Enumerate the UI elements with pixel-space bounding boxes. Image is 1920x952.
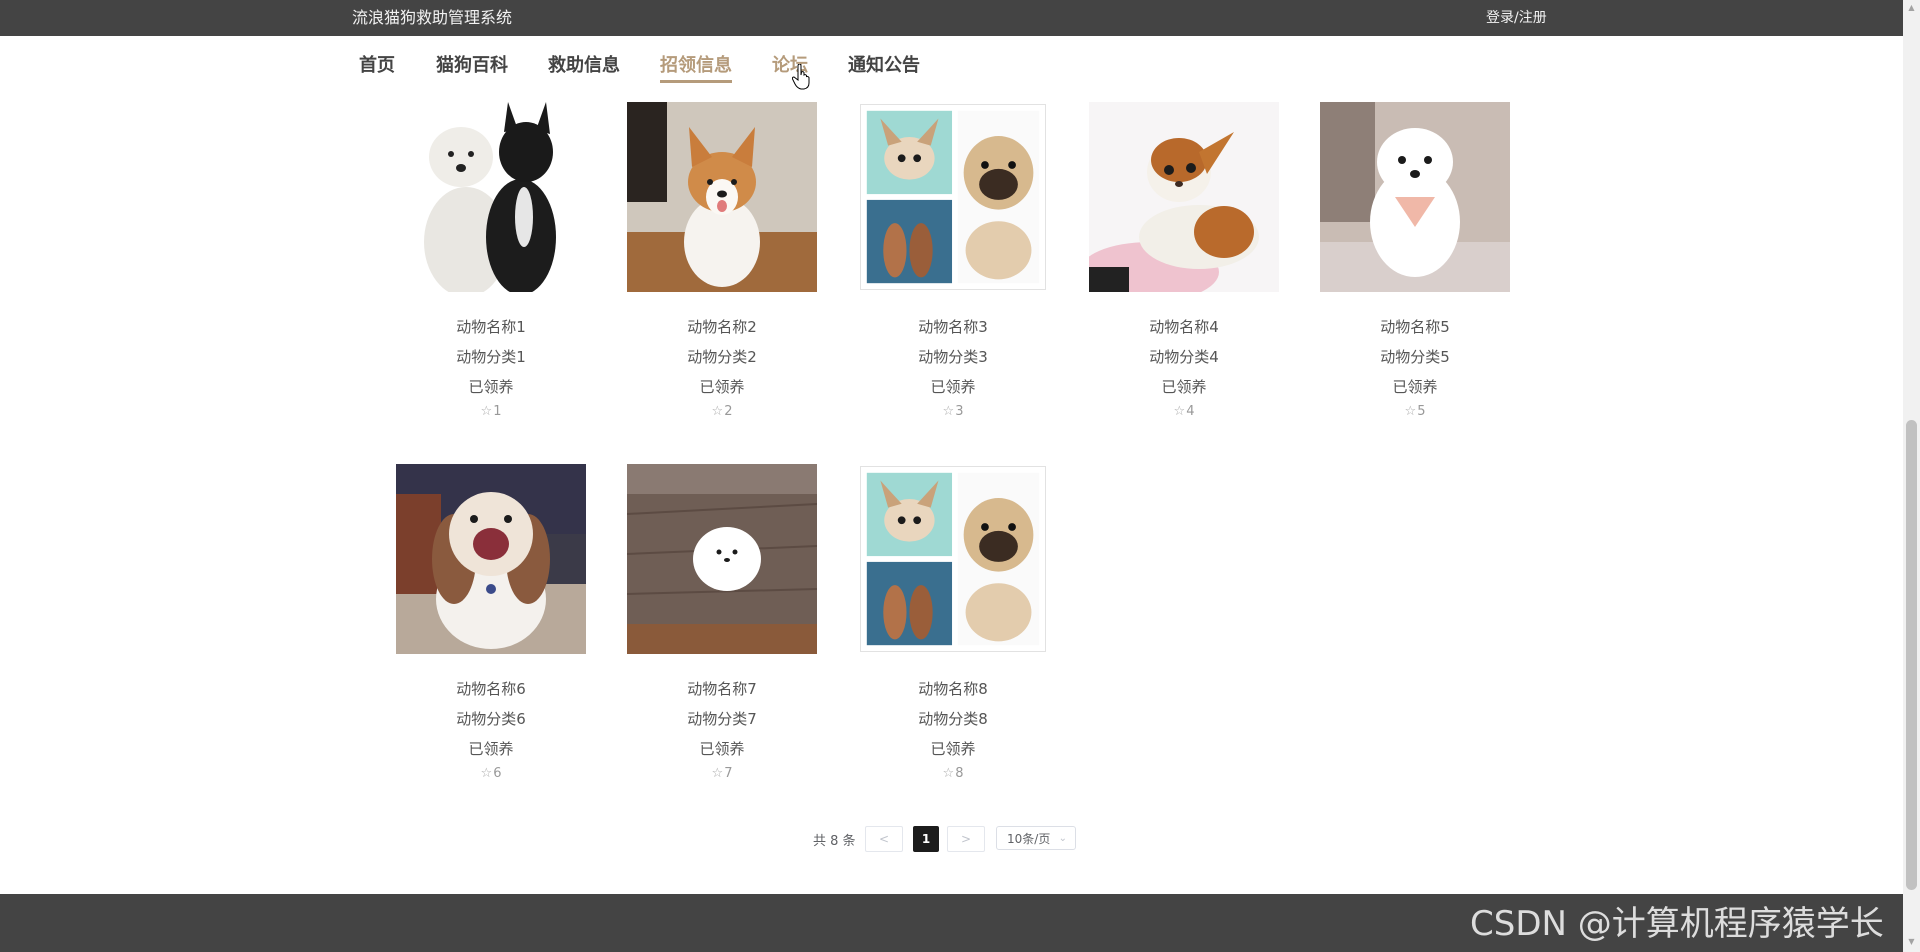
animal-name: 动物名称6 xyxy=(456,680,526,698)
animal-category: 动物分类5 xyxy=(1380,348,1450,366)
next-page-button[interactable]: > xyxy=(947,826,985,852)
adoption-status: 已领养 xyxy=(930,740,976,758)
adoption-status: 已领养 xyxy=(930,378,976,396)
animal-name: 动物名称1 xyxy=(456,318,526,336)
animal-card[interactable]: 动物名称4 动物分类4 已领养 ☆4 xyxy=(1079,102,1289,422)
animal-photo[interactable] xyxy=(1089,102,1279,292)
watermark: CSDN @计算机程序猿学长 xyxy=(1470,904,1884,944)
nav-item-encyclopedia[interactable]: 猫狗百科 xyxy=(436,52,508,80)
animal-category: 动物分类2 xyxy=(687,348,757,366)
like-count[interactable]: ☆6 xyxy=(386,766,596,781)
star-outline-icon: ☆ xyxy=(942,404,955,419)
animal-category: 动物分类6 xyxy=(456,710,526,728)
scroll-down-arrow-icon[interactable]: ▼ xyxy=(1906,936,1917,948)
adoption-status: 已领养 xyxy=(1392,378,1438,396)
animal-name: 动物名称3 xyxy=(918,318,988,336)
animal-card[interactable]: 动物名称8 动物分类8 已领养 ☆8 xyxy=(848,464,1058,784)
animal-card[interactable]: 动物名称6 动物分类6 已领养 ☆6 xyxy=(386,464,596,784)
animal-name: 动物名称4 xyxy=(1149,318,1219,336)
animal-photo[interactable] xyxy=(627,464,817,654)
animal-card[interactable]: 动物名称7 动物分类7 已领养 ☆7 xyxy=(617,464,827,784)
animal-category: 动物分类4 xyxy=(1149,348,1219,366)
animal-photo[interactable] xyxy=(396,464,586,654)
page-size-select[interactable]: 10条/页 ⌄ xyxy=(996,826,1076,850)
prev-page-button[interactable]: < xyxy=(865,826,903,852)
like-count[interactable]: ☆2 xyxy=(617,404,827,419)
nav-item-rescue-info[interactable]: 救助信息 xyxy=(548,52,620,80)
adoption-status: 已领养 xyxy=(468,740,514,758)
animal-name: 动物名称2 xyxy=(687,318,757,336)
nav-item-announcements[interactable]: 通知公告 xyxy=(848,52,920,80)
animal-photo[interactable] xyxy=(860,104,1046,290)
star-outline-icon: ☆ xyxy=(711,766,724,781)
like-count[interactable]: ☆1 xyxy=(386,404,596,419)
like-count[interactable]: ☆5 xyxy=(1310,404,1520,419)
animal-card[interactable]: 动物名称2 动物分类2 已领养 ☆2 xyxy=(617,102,827,422)
adoption-status: 已领养 xyxy=(699,740,745,758)
animal-category: 动物分类8 xyxy=(918,710,988,728)
animal-photo[interactable] xyxy=(396,102,586,292)
nav-item-home[interactable]: 首页 xyxy=(359,52,395,80)
animal-photo[interactable] xyxy=(860,466,1046,652)
star-outline-icon: ☆ xyxy=(711,404,724,419)
animal-name: 动物名称7 xyxy=(687,680,757,698)
animal-photo[interactable] xyxy=(627,102,817,292)
scrollbar-thumb[interactable] xyxy=(1906,420,1917,890)
scroll-up-arrow-icon[interactable]: ▲ xyxy=(1906,2,1917,14)
like-count[interactable]: ☆3 xyxy=(848,404,1058,419)
chevron-down-icon: ⌄ xyxy=(1058,833,1067,844)
adoption-status: 已领养 xyxy=(699,378,745,396)
animal-category: 动物分类7 xyxy=(687,710,757,728)
site-title: 流浪猫狗救助管理系统 xyxy=(352,8,513,27)
star-outline-icon: ☆ xyxy=(942,766,955,781)
animal-category: 动物分类1 xyxy=(456,348,526,366)
like-count[interactable]: ☆7 xyxy=(617,766,827,781)
star-outline-icon: ☆ xyxy=(1173,404,1186,419)
main-nav: 首页 猫狗百科 救助信息 招领信息 论坛 通知公告 xyxy=(0,36,1903,94)
animal-name: 动物名称8 xyxy=(918,680,988,698)
animal-category: 动物分类3 xyxy=(918,348,988,366)
animal-card[interactable]: 动物名称3 动物分类3 已领养 ☆3 xyxy=(848,102,1058,422)
animal-name: 动物名称5 xyxy=(1380,318,1450,336)
adoption-status: 已领养 xyxy=(1161,378,1207,396)
star-outline-icon: ☆ xyxy=(480,404,493,419)
like-count[interactable]: ☆8 xyxy=(848,766,1058,781)
page-size-value: 10条/页 xyxy=(1007,832,1051,846)
like-count[interactable]: ☆4 xyxy=(1079,404,1289,419)
animal-card[interactable]: 动物名称5 动物分类5 已领养 ☆5 xyxy=(1310,102,1520,422)
star-outline-icon: ☆ xyxy=(1404,404,1417,419)
page-number-current[interactable]: 1 xyxy=(913,826,939,852)
hand-pointer-icon xyxy=(792,64,810,90)
animal-photo[interactable] xyxy=(1320,102,1510,292)
pagination-total: 共 8 条 xyxy=(813,834,856,849)
animal-card[interactable]: 动物名称1 动物分类1 已领养 ☆1 xyxy=(386,102,596,422)
nav-item-adoption-info[interactable]: 招领信息 xyxy=(660,52,732,83)
login-register-link[interactable]: 登录/注册 xyxy=(1486,0,1547,36)
top-header-bar: 流浪猫狗救助管理系统 登录/注册 xyxy=(0,0,1903,36)
star-outline-icon: ☆ xyxy=(480,766,493,781)
adoption-status: 已领养 xyxy=(468,378,514,396)
